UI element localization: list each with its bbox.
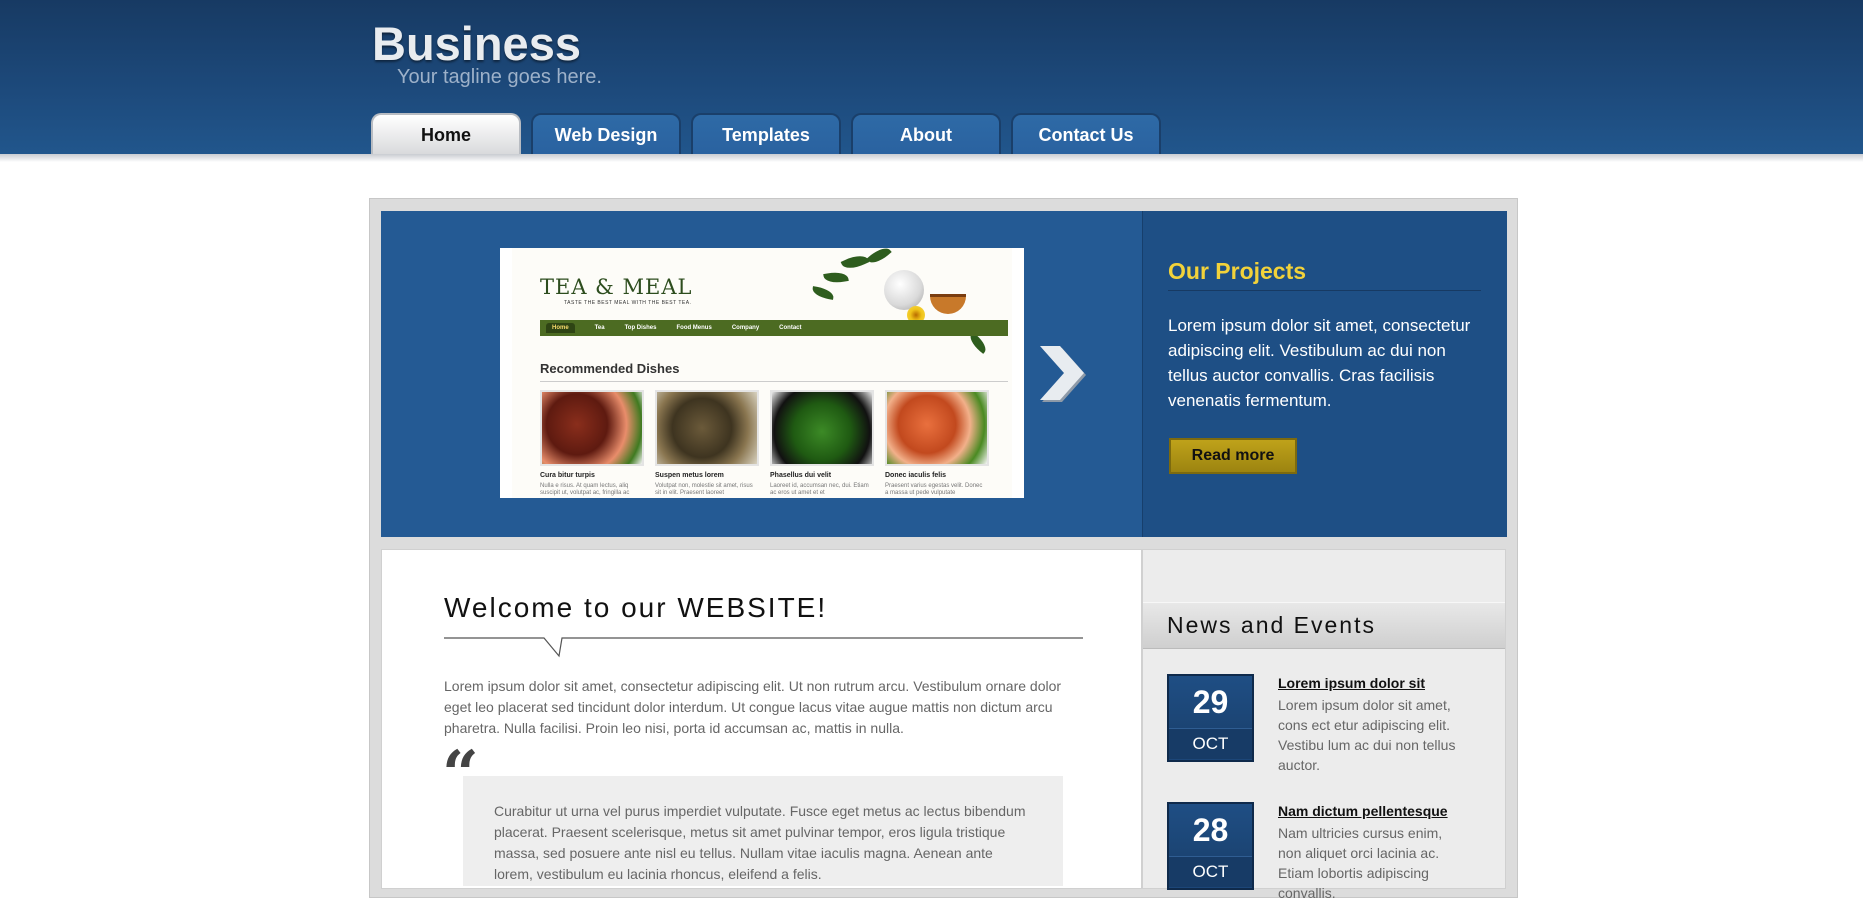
leaf-decoration bbox=[866, 248, 892, 268]
site-logo[interactable]: Business bbox=[372, 16, 581, 71]
news-title: News and Events bbox=[1167, 612, 1376, 638]
nav-tab-contact-us[interactable]: Contact Us bbox=[1011, 113, 1161, 154]
testimonial-text: Curabitur ut urna vel purus imperdiet vu… bbox=[494, 803, 1026, 882]
dish-text: Volutpat non, molestie sit amet, risus s… bbox=[655, 483, 753, 496]
teacup-icon bbox=[930, 294, 966, 314]
preview-nav-item: Food Menus bbox=[676, 325, 712, 331]
nav-tab-templates[interactable]: Templates bbox=[691, 113, 841, 154]
nav-tab-home[interactable]: Home bbox=[371, 113, 521, 154]
nav-tab-about[interactable]: About bbox=[851, 113, 1001, 154]
preview-nav-item: Company bbox=[731, 325, 760, 331]
preview-section-title: Recommended Dishes bbox=[540, 361, 680, 376]
project-preview-image[interactable]: TEA & MEAL TASTE THE BEST MEAL WITH THE … bbox=[500, 248, 1024, 498]
preview-nav-item: Tea bbox=[594, 325, 605, 331]
preview-nav: Home Tea Top Dishes Food Menus Company C… bbox=[540, 320, 1008, 336]
leaf-decoration bbox=[840, 251, 870, 273]
dish-text: Laoreet id, accumsan nec, dui. Etiam ac … bbox=[770, 483, 869, 496]
preview-nav-item: Top Dishes bbox=[624, 325, 657, 331]
preview-logo: TEA & MEAL bbox=[540, 275, 693, 299]
news-headline-link[interactable]: Nam dictum pellentesque bbox=[1278, 803, 1448, 819]
dish-image bbox=[885, 390, 989, 466]
site-tagline: Your tagline goes here. bbox=[397, 66, 602, 88]
title-underline bbox=[444, 637, 1083, 658]
preview-slogan: TASTE THE BEST MEAL WITH THE BEST TEA. bbox=[564, 300, 692, 306]
date-badge: 28 OCT bbox=[1167, 802, 1254, 890]
date-day: 29 bbox=[1192, 684, 1229, 720]
dish-image bbox=[540, 390, 644, 466]
teapot-icon bbox=[884, 270, 924, 310]
date-day: 28 bbox=[1192, 812, 1229, 848]
dish-image bbox=[770, 390, 874, 466]
dish-caption: Donec iaculis felis bbox=[885, 472, 947, 479]
next-arrow-icon[interactable] bbox=[1038, 345, 1088, 405]
leaf-decoration bbox=[823, 269, 849, 286]
dish-text: Praesent varius egestas velit. Donec a m… bbox=[885, 483, 983, 496]
preview-nav-item: Home bbox=[546, 323, 575, 333]
date-month: OCT bbox=[1169, 856, 1252, 887]
news-headline-link[interactable]: Lorem ipsum dolor sit bbox=[1278, 675, 1425, 691]
news-summary: Nam ultricies cursus enim, non aliquet o… bbox=[1278, 825, 1443, 901]
preview-divider bbox=[540, 381, 1008, 382]
dish-caption: Suspen metus lorem bbox=[655, 472, 724, 479]
projects-heading: Our Projects bbox=[1168, 258, 1307, 284]
dish-text: Nulla e risus. At quam lectus, aliq susc… bbox=[540, 483, 630, 496]
projects-description: Lorem ipsum dolor sit amet, consectetur … bbox=[1168, 316, 1471, 410]
read-more-button[interactable]: Read more bbox=[1169, 438, 1297, 474]
dish-image bbox=[655, 390, 759, 466]
dish-caption: Phasellus dui velit bbox=[770, 472, 832, 479]
leaf-decoration bbox=[811, 286, 835, 300]
welcome-title: Welcome to our WEBSITE! bbox=[444, 592, 828, 623]
nav-tab-web-design[interactable]: Web Design bbox=[531, 113, 681, 154]
date-badge: 29 OCT bbox=[1167, 674, 1254, 762]
welcome-paragraph: Lorem ipsum dolor sit amet, consectetur … bbox=[444, 678, 1062, 736]
dish-caption: Cura bitur turpis bbox=[540, 472, 595, 479]
projects-divider bbox=[1168, 290, 1481, 291]
news-summary: Lorem ipsum dolor sit amet, cons ect etu… bbox=[1278, 697, 1456, 773]
quote-icon: “ bbox=[442, 737, 479, 812]
header-divider bbox=[0, 154, 1863, 162]
preview-nav-item: Contact bbox=[779, 325, 802, 331]
main-nav: Home Web Design Templates About Contact … bbox=[371, 113, 1161, 154]
preview-page: TEA & MEAL TASTE THE BEST MEAL WITH THE … bbox=[512, 248, 1012, 498]
date-month: OCT bbox=[1169, 728, 1252, 759]
